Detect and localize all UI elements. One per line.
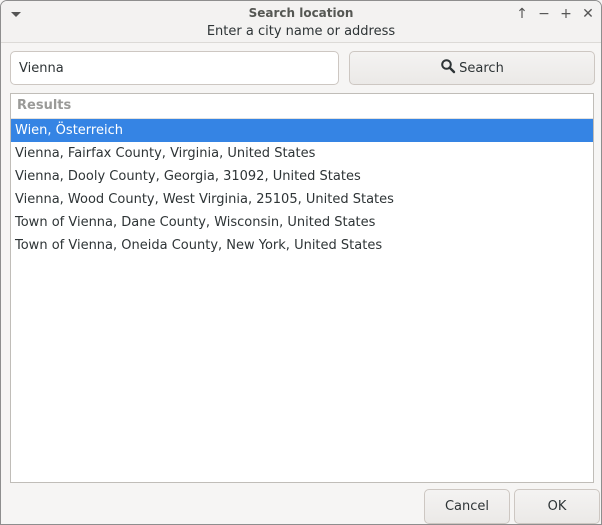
result-row[interactable]: Town of Vienna, Dane County, Wisconsin, … [11,211,593,234]
results-column-header[interactable]: Results [11,94,593,119]
search-button-label: Search [459,60,504,76]
result-row[interactable]: Vienna, Wood County, West Virginia, 2510… [11,188,593,211]
title-bar[interactable]: Search location Enter a city name or add… [1,1,601,43]
arrow-up-icon: ↑ [516,6,528,22]
ok-button[interactable]: OK [514,489,600,524]
result-row[interactable]: Vienna, Fairfax County, Virginia, United… [11,142,593,165]
raise-button[interactable]: ↑ [513,5,531,23]
search-icon [440,58,456,78]
result-row[interactable]: Wien, Österreich [11,119,593,142]
cancel-button[interactable]: Cancel [424,489,510,524]
result-row[interactable]: Town of Vienna, Oneida County, New York,… [11,234,593,257]
result-row[interactable]: Vienna, Dooly County, Georgia, 31092, Un… [11,165,593,188]
close-button[interactable]: ✕ [579,5,597,23]
results-list[interactable]: Results Wien, Österreich Vienna, Fairfax … [10,93,594,483]
ok-button-label: OK [547,499,567,514]
minimize-button[interactable]: − [535,5,553,23]
maximize-button[interactable]: + [557,5,575,23]
maximize-icon: + [560,6,572,22]
dialog-subtitle: Enter a city name or address [206,24,396,39]
cancel-button-label: Cancel [444,499,490,514]
close-icon: ✕ [582,6,594,22]
minimize-icon: − [538,6,550,22]
search-button[interactable]: Search [349,51,595,85]
dialog-title: Search location [248,6,354,20]
search-input[interactable] [10,51,339,85]
search-location-dialog: Search location Enter a city name or add… [0,0,602,525]
